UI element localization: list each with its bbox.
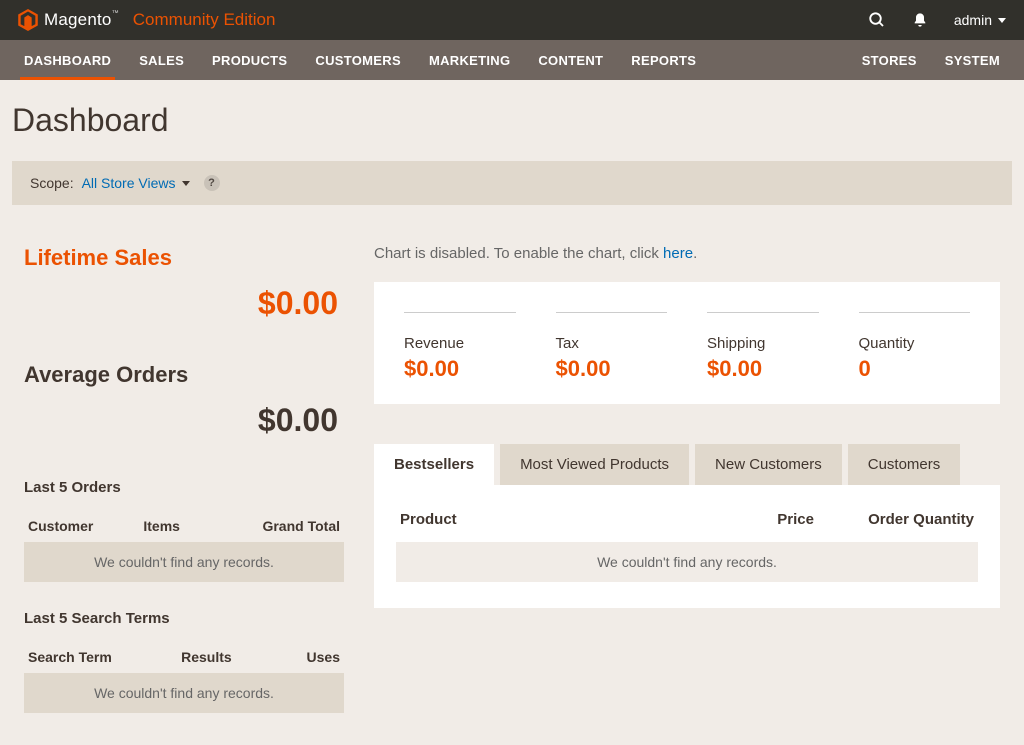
- scope-select[interactable]: All Store Views: [82, 175, 190, 191]
- nav-reports[interactable]: REPORTS: [617, 40, 710, 80]
- brand-logo[interactable]: Magento™ Community Edition: [18, 9, 275, 31]
- stat-revenue: Revenue $0.00: [404, 312, 516, 382]
- user-name: admin: [954, 12, 992, 28]
- stat-value: 0: [859, 356, 971, 382]
- main-nav: DASHBOARD SALES PRODUCTS CUSTOMERS MARKE…: [0, 40, 1024, 80]
- last-orders-section: Last 5 Orders Customer Items Grand Total…: [24, 479, 344, 582]
- chart-notice-text: Chart is disabled. To enable the chart, …: [374, 245, 663, 262]
- chart-notice: Chart is disabled. To enable the chart, …: [374, 245, 1000, 262]
- col-results[interactable]: Results: [177, 641, 275, 673]
- stat-label: Quantity: [859, 335, 971, 352]
- nav-stores[interactable]: STORES: [848, 40, 931, 80]
- last-orders-title: Last 5 Orders: [24, 479, 344, 496]
- nav-content[interactable]: CONTENT: [524, 40, 617, 80]
- tab-new-customers[interactable]: New Customers: [695, 444, 842, 485]
- tab-panel: Product Price Order Quantity We couldn't…: [374, 485, 1000, 608]
- scope-value: All Store Views: [82, 175, 176, 191]
- col-items[interactable]: Items: [139, 510, 209, 542]
- nav-dashboard[interactable]: DASHBOARD: [10, 40, 125, 80]
- stats-card: Revenue $0.00 Tax $0.00 Shipping $0.00 Q…: [374, 282, 1000, 404]
- stat-shipping: Shipping $0.00: [707, 312, 819, 382]
- stat-label: Tax: [556, 335, 668, 352]
- stat-value: $0.00: [707, 356, 819, 382]
- col-product[interactable]: Product: [396, 503, 698, 542]
- nav-sales[interactable]: SALES: [125, 40, 198, 80]
- sidebar-metrics: Lifetime Sales $0.00 Average Orders $0.0…: [24, 245, 344, 741]
- tabs: Bestsellers Most Viewed Products New Cus…: [374, 444, 1000, 485]
- stat-label: Revenue: [404, 335, 516, 352]
- col-order-quantity[interactable]: Order Quantity: [818, 503, 978, 542]
- nav-products[interactable]: PRODUCTS: [198, 40, 301, 80]
- page-content: Dashboard Scope: All Store Views ? Lifet…: [0, 80, 1024, 741]
- scope-bar: Scope: All Store Views ?: [12, 161, 1012, 205]
- main-dashboard: Chart is disabled. To enable the chart, …: [374, 245, 1000, 741]
- col-customer[interactable]: Customer: [24, 510, 139, 542]
- tab-most-viewed[interactable]: Most Viewed Products: [500, 444, 689, 485]
- nav-marketing[interactable]: MARKETING: [415, 40, 524, 80]
- last-searches-title: Last 5 Search Terms: [24, 610, 344, 627]
- scope-label: Scope:: [30, 175, 74, 191]
- last-searches-section: Last 5 Search Terms Search Term Results …: [24, 610, 344, 713]
- col-uses[interactable]: Uses: [275, 641, 344, 673]
- stat-tax: Tax $0.00: [556, 312, 668, 382]
- chevron-down-icon: [998, 18, 1006, 23]
- bestsellers-empty: We couldn't find any records.: [396, 542, 978, 582]
- user-menu[interactable]: admin: [954, 12, 1006, 28]
- stat-value: $0.00: [556, 356, 668, 382]
- stat-value: $0.00: [404, 356, 516, 382]
- brand-name: Magento™: [44, 10, 119, 30]
- last-orders-empty: We couldn't find any records.: [24, 542, 344, 582]
- brand-edition: Community Edition: [133, 10, 276, 30]
- nav-system[interactable]: SYSTEM: [931, 40, 1014, 80]
- col-grand-total[interactable]: Grand Total: [209, 510, 344, 542]
- magento-logo-icon: [18, 9, 38, 31]
- lifetime-sales-label: Lifetime Sales: [24, 245, 344, 271]
- help-icon[interactable]: ?: [204, 175, 220, 191]
- col-price[interactable]: Price: [698, 503, 818, 542]
- chart-notice-suffix: .: [693, 245, 697, 262]
- tab-bestsellers[interactable]: Bestsellers: [374, 444, 494, 485]
- stat-label: Shipping: [707, 335, 819, 352]
- col-search-term[interactable]: Search Term: [24, 641, 177, 673]
- stat-quantity: Quantity 0: [859, 312, 971, 382]
- last-searches-empty: We couldn't find any records.: [24, 673, 344, 713]
- nav-customers[interactable]: CUSTOMERS: [301, 40, 415, 80]
- search-icon[interactable]: [868, 11, 886, 29]
- average-orders-value: $0.00: [24, 402, 344, 439]
- bell-icon[interactable]: [912, 11, 928, 29]
- chart-enable-link[interactable]: here: [663, 245, 693, 262]
- chevron-down-icon: [182, 181, 190, 186]
- topbar: Magento™ Community Edition admin: [0, 0, 1024, 40]
- page-title: Dashboard: [12, 102, 1012, 139]
- lifetime-sales-value: $0.00: [24, 285, 344, 322]
- average-orders-label: Average Orders: [24, 362, 344, 388]
- tab-customers[interactable]: Customers: [848, 444, 961, 485]
